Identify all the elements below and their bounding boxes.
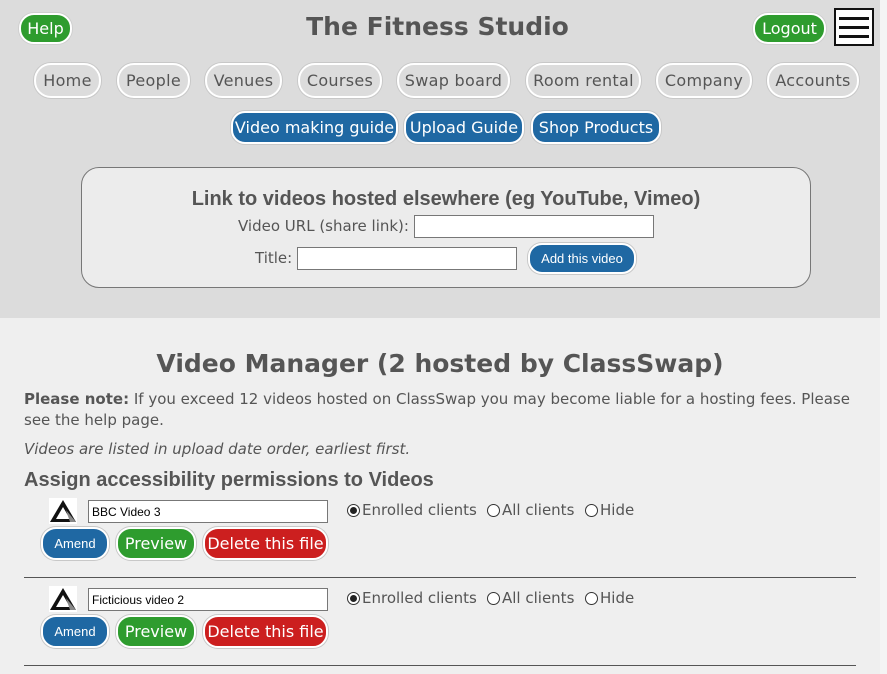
preview-button[interactable]: Preview bbox=[116, 615, 196, 648]
nav-venues[interactable]: Venues bbox=[205, 63, 282, 98]
radio-enrolled-clients[interactable]: Enrolled clients bbox=[347, 589, 477, 607]
video-title-input[interactable] bbox=[88, 588, 328, 611]
radio-label: All clients bbox=[502, 501, 575, 519]
video-manager-title: Video Manager (2 hosted by ClassSwap) bbox=[156, 349, 724, 378]
site-title: The Fitness Studio bbox=[306, 12, 569, 41]
link-video-heading: Link to videos hosted elsewhere (eg YouT… bbox=[191, 188, 701, 210]
hosting-note: Please note: If you exceed 12 videos hos… bbox=[24, 389, 854, 431]
title-label: Title: bbox=[255, 249, 293, 267]
video-title-input[interactable] bbox=[88, 500, 328, 523]
assign-permissions-title: Assign accessibility permissions to Vide… bbox=[24, 469, 434, 491]
amend-button[interactable]: Amend bbox=[41, 527, 109, 560]
video-row: Enrolled clients All clients Hide Amend … bbox=[0, 586, 887, 674]
radio-label: Enrolled clients bbox=[362, 589, 477, 607]
video-url-input[interactable] bbox=[414, 215, 654, 238]
row-divider bbox=[24, 577, 856, 578]
radio-button[interactable] bbox=[347, 503, 360, 517]
video-thumbnail-icon[interactable] bbox=[49, 586, 77, 612]
add-video-button[interactable]: Add this video bbox=[528, 243, 636, 274]
nav-courses[interactable]: Courses bbox=[298, 63, 382, 98]
radio-hide[interactable]: Hide bbox=[585, 501, 634, 519]
radio-button[interactable] bbox=[487, 503, 500, 517]
radio-button[interactable] bbox=[347, 591, 360, 605]
note-bold: Please note: bbox=[24, 390, 130, 408]
nav-home[interactable]: Home bbox=[34, 63, 101, 98]
title-input[interactable] bbox=[297, 247, 517, 270]
scrollbar[interactable] bbox=[880, 0, 887, 674]
nav-people[interactable]: People bbox=[117, 63, 190, 98]
shop-products-button[interactable]: Shop Products bbox=[531, 111, 661, 144]
radio-label: All clients bbox=[502, 589, 575, 607]
radio-all-clients[interactable]: All clients bbox=[487, 589, 574, 607]
amend-button[interactable]: Amend bbox=[41, 615, 109, 648]
delete-file-button[interactable]: Delete this file bbox=[203, 615, 328, 648]
radio-button[interactable] bbox=[585, 591, 598, 605]
radio-button[interactable] bbox=[487, 591, 500, 605]
radio-label: Hide bbox=[600, 501, 635, 519]
nav-accounts[interactable]: Accounts bbox=[767, 63, 859, 98]
video-thumbnail-icon[interactable] bbox=[49, 498, 77, 524]
radio-enrolled-clients[interactable]: Enrolled clients bbox=[347, 501, 477, 519]
radio-label: Enrolled clients bbox=[362, 501, 477, 519]
video-url-label: Video URL (share link): bbox=[238, 217, 409, 235]
radio-label: Hide bbox=[600, 589, 635, 607]
logout-button[interactable]: Logout bbox=[753, 13, 826, 44]
radio-button[interactable] bbox=[585, 503, 598, 517]
preview-button[interactable]: Preview bbox=[116, 527, 196, 560]
nav-room-rental[interactable]: Room rental bbox=[526, 63, 641, 98]
delete-file-button[interactable]: Delete this file bbox=[203, 527, 328, 560]
nav-company[interactable]: Company bbox=[656, 63, 752, 98]
row-divider bbox=[24, 665, 856, 666]
radio-hide[interactable]: Hide bbox=[585, 589, 634, 607]
radio-all-clients[interactable]: All clients bbox=[487, 501, 574, 519]
nav-swap-board[interactable]: Swap board bbox=[397, 63, 510, 98]
upload-guide-button[interactable]: Upload Guide bbox=[404, 111, 524, 144]
video-making-guide-button[interactable]: Video making guide bbox=[231, 111, 398, 144]
note-text: If you exceed 12 videos hosted on ClassS… bbox=[24, 390, 850, 429]
hamburger-menu-icon[interactable] bbox=[834, 8, 874, 46]
order-note: Videos are listed in upload date order, … bbox=[24, 440, 411, 458]
video-row: Enrolled clients All clients Hide Amend … bbox=[0, 498, 887, 586]
